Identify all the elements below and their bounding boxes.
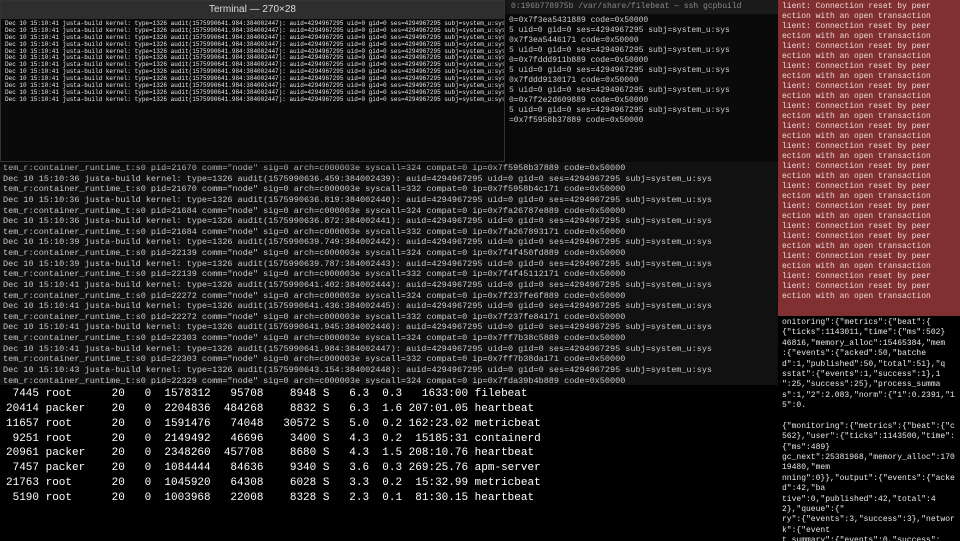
pane-monitoring-json[interactable]: onitoring":{"metrics":{"beat":{ {"ticks"… — [778, 316, 960, 541]
pane-process-table[interactable]: 7445 root 20 0 1578312 95708 8948 S 6.3 … — [0, 385, 778, 541]
terminal-window[interactable]: Terminal — 270×28 Dec 10 15:10:41 justa-… — [0, 0, 505, 162]
tmux-tab[interactable]: 0:196b778975b /var/share/filebeat — ssh … — [505, 0, 778, 14]
terminal-titlebar[interactable]: Terminal — 270×28 — [1, 1, 504, 19]
pane-audit-upper[interactable]: 0=0x7f3ea5431889 code=0x50000 5 uid=0 gi… — [505, 14, 778, 162]
pane-errors[interactable]: lient: Connection reset by peer ection w… — [778, 0, 960, 316]
terminal-title: Terminal — 270×28 — [209, 4, 296, 15]
tmux-tab-title: 0:196b778975b /var/share/filebeat — ssh … — [511, 2, 741, 11]
screen: Terminal — 270×28 Dec 10 15:10:41 justa-… — [0, 0, 960, 541]
terminal-body[interactable]: Dec 10 15:10:41 justa-build kernel: type… — [1, 19, 504, 161]
pane-audit-log[interactable]: tem_r:container_runtime_t:s0 pid=21670 c… — [0, 162, 778, 385]
